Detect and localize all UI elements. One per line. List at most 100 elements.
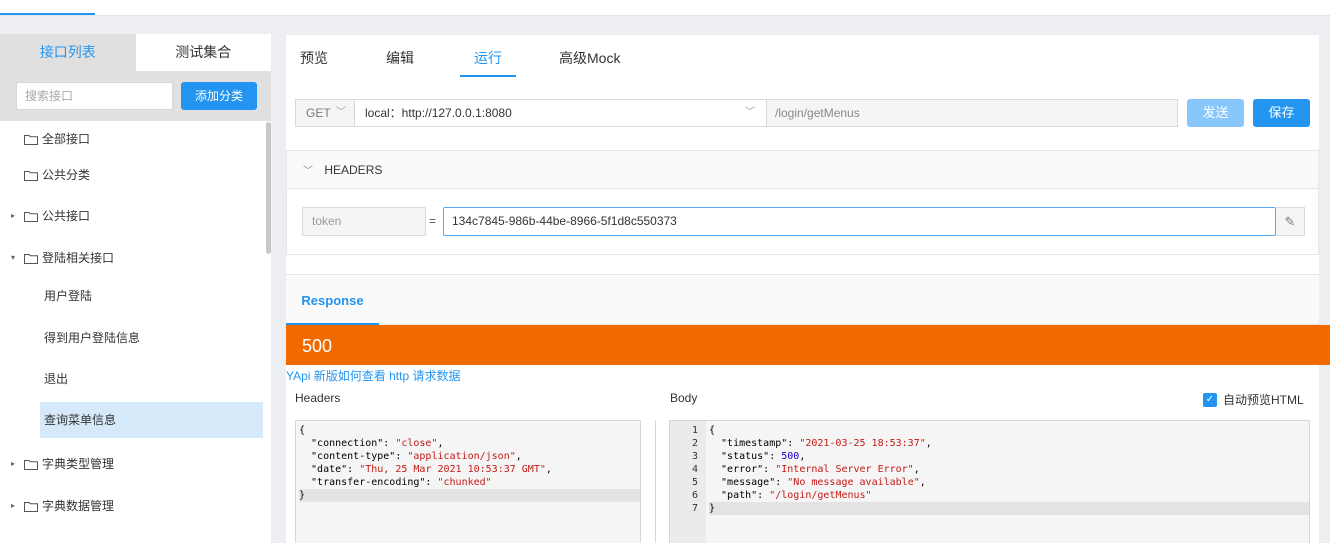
code-token: "date": — [299, 464, 360, 475]
top-nav-active-indicator — [0, 13, 95, 15]
method-select[interactable]: GET ﹀ — [295, 99, 355, 127]
search-input[interactable] — [16, 82, 173, 110]
code-token: "message": — [709, 477, 788, 488]
header-value-field[interactable]: 134c7845-986b-44be-8966-5f1d8c550373 — [443, 207, 1276, 236]
response-body-editor[interactable]: 1 2 3 4 5 6 7 { "timestamp": "2021-03-25 18:53… — [669, 420, 1310, 543]
save-button[interactable]: 保存 — [1253, 99, 1310, 127]
sidebar: 接口列表 测试集合 添加分类 全部接口 公共分类 ▸ 公共接口 ▾ 登陆相关接口… — [0, 34, 271, 543]
sidebar-scrollbar[interactable] — [266, 122, 271, 254]
tree-item-label: 全部接口 — [42, 132, 91, 146]
code-token: , — [925, 438, 932, 449]
code-line: "transfer-encoding": "chunked" — [299, 476, 640, 489]
sub-item-user-login[interactable]: 用户登陆 — [40, 278, 263, 314]
code-token: 500 — [781, 451, 800, 462]
code-token: "status": — [709, 451, 782, 462]
header-key-field[interactable]: token — [302, 207, 426, 236]
tree-item-login-interfaces[interactable]: ▾ 登陆相关接口 — [0, 240, 114, 276]
yapi-help-link[interactable]: YApi 新版如何查看 http 请求数据 — [286, 367, 460, 384]
tree-item-label: 公共分类 — [42, 168, 91, 182]
code-line: "path": "/login/getMenus" — [709, 489, 1309, 502]
tab-edit[interactable]: 编辑 — [386, 35, 414, 77]
code-token: { — [299, 425, 306, 436]
tree-item-all[interactable]: 全部接口 — [0, 121, 90, 157]
main-panel: 预览 编辑 运行 高级Mock GET ﹀ local：http://127.0… — [286, 35, 1330, 543]
code-token: } — [709, 503, 716, 514]
code-line: "connection": "close", — [299, 437, 640, 450]
sidebar-tabs: 接口列表 测试集合 — [0, 34, 271, 71]
tree-item-public-category[interactable]: 公共分类 — [0, 157, 90, 193]
tab-test-collection[interactable]: 测试集合 — [135, 34, 271, 71]
sidebar-search-row: 添加分类 — [0, 71, 271, 121]
code-line: { — [299, 424, 640, 437]
code-token: "timestamp": — [709, 438, 800, 449]
method-value: GET — [306, 106, 331, 120]
code-token: { — [709, 425, 716, 436]
tab-advanced-mock[interactable]: 高级Mock — [559, 35, 620, 77]
top-nav-bar — [0, 0, 1330, 16]
folder-icon — [24, 211, 38, 222]
response-headers-editor[interactable]: { "connection": "close", "content-type":… — [295, 420, 641, 543]
line-number: 3 — [691, 451, 698, 462]
code-token: "application/json" — [407, 451, 516, 462]
edit-icon[interactable]: ✎ — [1276, 207, 1305, 236]
code-token: , — [913, 464, 920, 475]
auto-preview-html-toggle[interactable]: ✓ 自动预览HTML — [1203, 391, 1304, 408]
caret-right-icon[interactable]: ▸ — [6, 198, 20, 234]
code-token: , — [437, 438, 444, 449]
code-line: "timestamp": "2021-03-25 18:53:37", — [709, 437, 1309, 450]
code-line: { — [709, 424, 1309, 437]
editor-divider[interactable] — [655, 420, 656, 543]
code-token: , — [545, 464, 552, 475]
add-category-button[interactable]: 添加分类 — [181, 82, 257, 110]
body-lines: { "timestamp": "2021-03-25 18:53:37", "s… — [709, 424, 1309, 515]
line-number: 5 — [691, 477, 698, 488]
code-token: } — [299, 490, 306, 501]
code-token: "Thu, 25 Mar 2021 10:53:37 GMT" — [359, 464, 546, 475]
code-token: "/login/getMenus" — [769, 490, 872, 501]
tab-response[interactable]: Response — [286, 275, 379, 325]
send-button[interactable]: 发送 — [1187, 99, 1244, 127]
chevron-down-icon: ﹀ — [745, 107, 755, 118]
chevron-down-icon: ﹀ — [336, 107, 346, 118]
code-token: "path": — [709, 490, 770, 501]
tab-preview[interactable]: 预览 — [300, 35, 328, 77]
tree-item-label: 公共接口 — [42, 209, 91, 223]
headers-panel: ﹀ HEADERS token = 134c7845-986b-44be-896… — [286, 150, 1319, 255]
code-line: "error": "Internal Server Error", — [709, 463, 1309, 476]
checkbox-checked-icon[interactable]: ✓ — [1203, 392, 1217, 407]
line-number: 4 — [691, 464, 698, 475]
code-token: , — [919, 477, 926, 488]
caret-right-icon[interactable]: ▸ — [6, 446, 20, 482]
tab-run[interactable]: 运行 — [460, 35, 516, 77]
tree-item-dict-data[interactable]: ▸ 字典数据管理 — [0, 488, 114, 524]
caret-right-icon[interactable]: ▸ — [6, 488, 20, 524]
code-line: "content-type": "application/json", — [299, 450, 640, 463]
code-token: "Internal Server Error" — [775, 464, 914, 475]
auto-preview-html-label: 自动预览HTML — [1223, 393, 1304, 407]
code-token: "error": — [709, 464, 776, 475]
folder-icon — [24, 134, 38, 145]
sub-item-query-menu[interactable]: 查询菜单信息 — [40, 402, 263, 438]
env-value: local：http://127.0.0.1:8080 — [365, 106, 512, 120]
caret-down-icon[interactable]: ▾ — [6, 240, 20, 276]
tree-item-dict-type[interactable]: ▸ 字典类型管理 — [0, 446, 114, 482]
request-url-bar: GET ﹀ local：http://127.0.0.1:8080 ﹀ /log… — [295, 99, 1178, 129]
tree-item-public-interface[interactable]: ▸ 公共接口 — [0, 198, 90, 234]
headers-panel-title: HEADERS — [324, 163, 383, 177]
tab-interface-list[interactable]: 接口列表 — [0, 34, 136, 71]
code-token: "connection": — [299, 438, 396, 449]
headers-panel-header[interactable]: ﹀ HEADERS — [287, 151, 1318, 189]
env-select[interactable]: local：http://127.0.0.1:8080 ﹀ — [355, 99, 767, 127]
response-tabs: Response — [286, 275, 1319, 325]
path-field: /login/getMenus — [767, 99, 1178, 127]
sub-item-get-user-info[interactable]: 得到用户登陆信息 — [40, 320, 263, 356]
code-line: "status": 500, — [709, 450, 1309, 463]
code-token: "chunked" — [437, 477, 492, 488]
response-body-title: Body — [670, 391, 698, 405]
code-line: } — [299, 489, 640, 502]
code-token: "close" — [395, 438, 438, 449]
code-token: , — [799, 451, 806, 462]
tree-item-label: 字典数据管理 — [42, 499, 115, 513]
tree-item-label: 字典类型管理 — [42, 457, 115, 471]
sub-item-logout[interactable]: 退出 — [40, 361, 263, 397]
